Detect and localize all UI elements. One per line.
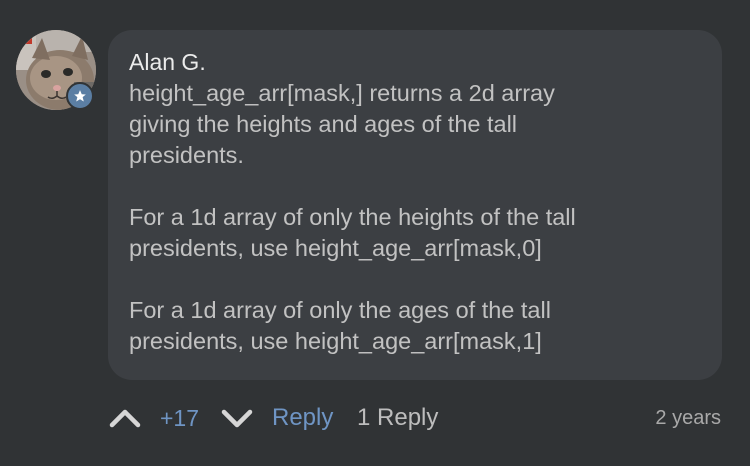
upvote-button[interactable] xyxy=(108,396,142,440)
comment-paragraph: For a 1d array of only the ages of the t… xyxy=(129,297,551,354)
star-icon xyxy=(74,90,86,102)
star-badge xyxy=(66,82,94,110)
comment-thread: Alan G. height_age_arr[mask,] returns a … xyxy=(0,0,750,466)
timestamp: 2 years xyxy=(655,406,721,429)
vote-count: +17 xyxy=(160,404,200,431)
chevron-up-icon xyxy=(109,409,141,428)
comment-actions: +17 Reply 1 Reply 2 years xyxy=(108,396,722,440)
comment-paragraph: For a 1d array of only the heights of th… xyxy=(129,204,576,261)
comment-paragraph: height_age_arr[mask,] returns a 2d array… xyxy=(129,80,555,168)
downvote-button[interactable] xyxy=(220,396,254,440)
reply-button[interactable]: Reply xyxy=(272,396,333,440)
comment-bubble: Alan G. height_age_arr[mask,] returns a … xyxy=(108,30,722,380)
comment-author[interactable]: Alan G. xyxy=(129,48,702,78)
replies-link[interactable]: 1 Reply xyxy=(357,396,438,440)
chevron-down-icon xyxy=(221,409,253,428)
comment-body: height_age_arr[mask,] returns a 2d array… xyxy=(129,78,702,357)
